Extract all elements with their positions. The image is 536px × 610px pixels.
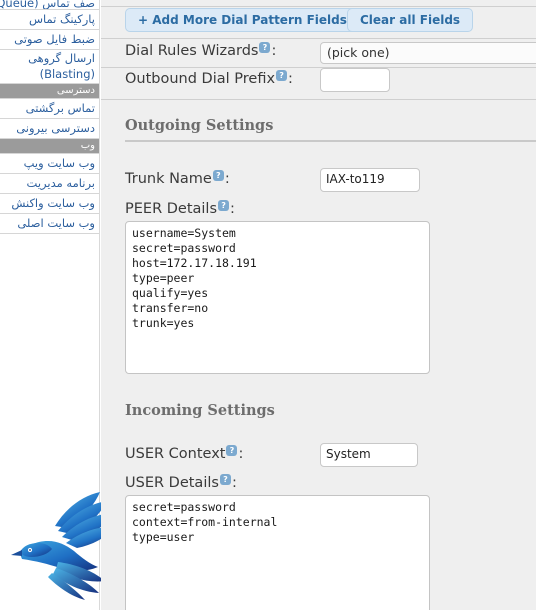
sidebar-item-9[interactable]: برنامه مدیریت (0, 174, 99, 194)
user-context-label-text: USER Context (125, 446, 226, 462)
user-details-label-row: USER Details?: (101, 474, 536, 494)
outbound-dial-prefix-input[interactable] (320, 68, 390, 92)
user-context-row: USER Context?: System (101, 443, 536, 469)
sidebar-item-11[interactable]: وب سایت اصلی (0, 214, 99, 234)
help-icon[interactable]: ? (259, 42, 271, 53)
help-icon[interactable]: ? (218, 200, 230, 211)
help-icon[interactable]: ? (226, 445, 238, 456)
sidebar-item-0[interactable]: صف تماس (Call Queue) (0, 0, 99, 10)
label-colon: : (288, 71, 293, 87)
incoming-settings-title: Incoming Settings (125, 402, 275, 419)
trunk-name-input[interactable]: IAX-to119 (320, 168, 420, 192)
sidebar-item-1[interactable]: پارکینگ تماس (0, 10, 99, 30)
label-colon: : (231, 475, 237, 491)
outgoing-settings-title: Outgoing Settings (125, 117, 274, 134)
outbound-dial-prefix-row: Outbound Dial Prefix?: (101, 68, 536, 98)
sidebar-item-2[interactable]: ضبط فایل صوتی (0, 30, 99, 50)
trunk-name-row: Trunk Name?: IAX-to119 (101, 168, 536, 194)
peer-details-label: PEER Details?: (125, 200, 235, 217)
divider (101, 99, 536, 100)
help-icon[interactable]: ? (219, 474, 231, 485)
user-details-textarea[interactable]: secret=password context=from-internal ty… (125, 495, 430, 610)
user-context-input[interactable]: System (320, 443, 418, 467)
user-details-label-text: USER Details (125, 475, 219, 491)
peer-details-label-text: PEER Details (125, 201, 218, 217)
dial-rules-wizards-row: Dial Rules Wizards?: (pick one) (101, 42, 536, 68)
outgoing-settings-rule (125, 140, 536, 142)
help-icon[interactable]: ? (212, 170, 224, 181)
previous-field-row-sliver (101, 0, 536, 7)
outbound-dial-prefix-label-text: Outbound Dial Prefix (125, 71, 276, 87)
help-icon[interactable]: ? (276, 70, 288, 81)
user-context-label: USER Context?: (125, 445, 243, 462)
trunk-name-label-text: Trunk Name (125, 171, 212, 187)
label-colon: : (271, 43, 277, 59)
dial-rules-wizards-label-text: Dial Rules Wizards (125, 43, 259, 59)
user-details-label: USER Details?: (125, 474, 237, 491)
sidebar-item-3[interactable]: ارسال گروهی (Blasting) (0, 50, 99, 84)
sidebar-item-5[interactable]: تماس برگشتی (0, 99, 99, 119)
main-content: + Add More Dial Pattern Fields Clear all… (101, 0, 536, 610)
add-more-dial-pattern-fields-button[interactable]: + Add More Dial Pattern Fields (125, 8, 360, 32)
sidebar-menu-list: صف تماس (Call Queue)پارکینگ تماسضبط فایل… (0, 0, 99, 234)
clear-all-fields-button[interactable]: Clear all Fields (347, 8, 474, 32)
sidebar-section-header: دسترسی (0, 84, 99, 99)
trunk-name-label: Trunk Name?: (125, 170, 230, 187)
dial-rules-wizards-label: Dial Rules Wizards?: (125, 42, 276, 59)
peer-details-label-row: PEER Details?: (101, 200, 536, 220)
sidebar-item-10[interactable]: وب سایت واکنش (0, 194, 99, 214)
outbound-dial-prefix-label: Outbound Dial Prefix?: (125, 70, 293, 87)
divider (101, 38, 536, 39)
bird-logo (8, 488, 116, 600)
sidebar-item-6[interactable]: دسترسی بیرونی (0, 119, 99, 139)
sidebar-section-header: وب (0, 139, 99, 154)
label-colon: : (224, 171, 230, 187)
divider (101, 67, 536, 68)
label-colon: : (238, 446, 244, 462)
dial-pattern-toolbar: + Add More Dial Pattern Fields Clear all… (101, 8, 536, 34)
sidebar: صف تماس (Call Queue)پارکینگ تماسضبط فایل… (0, 0, 115, 610)
sidebar-item-8[interactable]: وب سایت ویپ (0, 154, 99, 174)
peer-details-textarea[interactable]: username=System secret=password host=172… (125, 221, 430, 374)
dial-rules-wizards-select[interactable]: (pick one) (320, 42, 536, 64)
label-colon: : (230, 201, 235, 217)
page-root: صف تماس (Call Queue)پارکینگ تماسضبط فایل… (0, 0, 536, 610)
